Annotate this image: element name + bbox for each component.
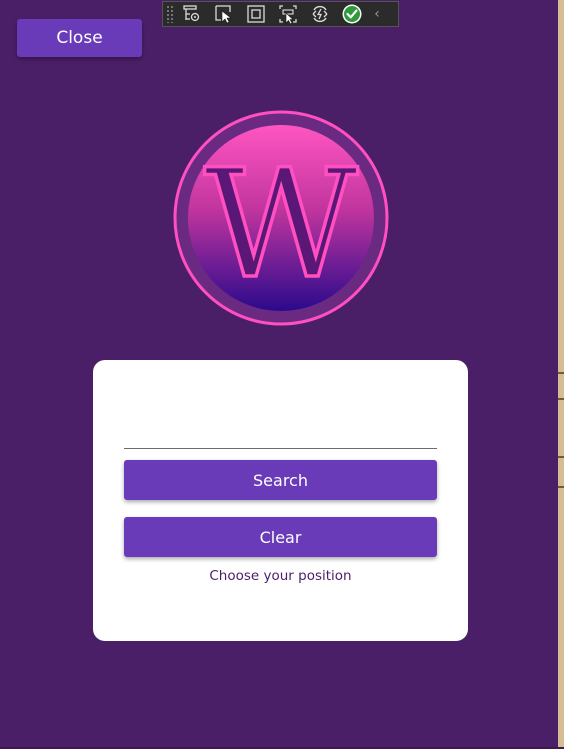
binding-failures-button[interactable] — [338, 3, 366, 25]
toolbar-collapse-button[interactable]: ‹ — [370, 4, 384, 24]
w-logo-icon: W — [172, 108, 390, 328]
search-button[interactable]: Search — [124, 460, 437, 500]
select-element-button[interactable] — [210, 3, 238, 25]
clear-button[interactable]: Clear — [124, 517, 437, 557]
track-focus-icon — [278, 4, 298, 24]
toolbar-grip[interactable] — [166, 5, 174, 23]
binding-failures-ok-icon — [341, 3, 363, 25]
search-card: Search Clear Choose your position — [93, 360, 468, 641]
live-visual-tree-button[interactable] — [178, 3, 206, 25]
chevron-left-icon: ‹ — [374, 6, 380, 22]
close-button[interactable]: Close — [17, 19, 142, 57]
select-element-icon — [214, 4, 234, 24]
window-edge — [558, 0, 564, 749]
choose-position-label: Choose your position — [209, 568, 352, 584]
hot-reload-icon — [310, 4, 330, 24]
track-focus-button[interactable] — [274, 3, 302, 25]
display-layout-adorners-button[interactable] — [242, 3, 270, 25]
xaml-debug-toolbar: ‹ — [162, 1, 399, 27]
app-window: ‹ Close W Search Clear Choose your posit… — [0, 0, 564, 749]
logo-letter: W — [204, 138, 358, 312]
hot-reload-button[interactable] — [306, 3, 334, 25]
search-input[interactable] — [124, 410, 437, 449]
display-layout-adorners-icon — [246, 4, 266, 24]
live-visual-tree-icon — [182, 4, 202, 24]
